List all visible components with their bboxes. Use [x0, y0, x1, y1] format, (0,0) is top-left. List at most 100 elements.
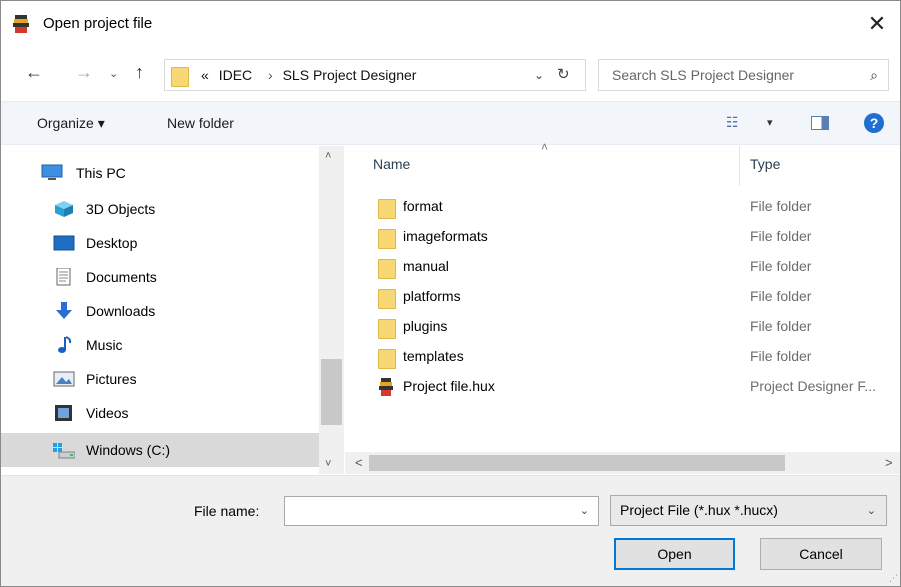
music-icon [58, 336, 72, 353]
file-name: imageformats [403, 228, 488, 244]
chevron-right-icon[interactable]: › [268, 67, 273, 83]
list-item[interactable]: platforms File folder [345, 282, 900, 312]
nav-pane-scrollbar[interactable]: ˄ ˅ [319, 146, 344, 474]
sidebar-item-label: 3D Objects [86, 201, 156, 217]
file-type: File folder [750, 288, 812, 304]
sidebar-item-downloads[interactable]: Downloads [1, 294, 319, 328]
project-file-icon [379, 378, 393, 396]
column-divider[interactable] [739, 146, 740, 186]
file-type-filter-value: Project File (*.hux *.hucx) [620, 502, 778, 518]
drive-icon [53, 443, 75, 459]
file-name: platforms [403, 288, 461, 304]
column-header-name[interactable]: Name [373, 156, 410, 172]
scroll-thumb[interactable] [321, 359, 342, 425]
file-type: Project Designer F... [750, 378, 877, 394]
chevron-down-icon[interactable]: ⌄ [867, 504, 876, 517]
forward-button[interactable]: → [75, 62, 93, 83]
file-type-filter[interactable]: Project File (*.hux *.hucx) ⌄ [610, 495, 887, 526]
recent-locations-button[interactable]: ⌄ [109, 67, 118, 80]
file-list: Name ˄ Type format File folder imageform… [345, 140, 900, 474]
close-icon: ✕ [867, 11, 887, 36]
chevron-down-icon[interactable]: ⌄ [580, 504, 589, 517]
breadcrumb: « IDEC › SLS Project Designer [201, 67, 422, 83]
search-input[interactable]: Search SLS Project Designer [612, 67, 794, 83]
cancel-button[interactable]: Cancel [760, 538, 882, 570]
close-button[interactable]: ✕ [854, 1, 900, 47]
scroll-left-icon[interactable]: < [355, 455, 363, 470]
file-name: manual [403, 258, 449, 274]
folder-icon [171, 65, 189, 87]
pc-icon [41, 164, 63, 180]
folder-icon [378, 287, 396, 309]
navigation-pane: This PC 3D Objects Desktop Documents Dow… [1, 146, 344, 474]
list-item[interactable]: manual File folder [345, 252, 900, 282]
videos-icon [55, 405, 72, 421]
sidebar-item-desktop[interactable]: Desktop [1, 226, 319, 260]
sidebar-item-label: Desktop [86, 235, 138, 251]
list-item[interactable]: imageformats File folder [345, 222, 900, 252]
file-name: Project file.hux [403, 378, 495, 394]
breadcrumb-item-sls-project-designer[interactable]: SLS Project Designer [283, 67, 417, 83]
file-name-field[interactable]: ⌄ [284, 496, 599, 526]
downloads-icon [56, 302, 72, 319]
scroll-up-icon[interactable]: ˄ [325, 150, 331, 162]
file-type: File folder [750, 348, 812, 364]
scroll-thumb[interactable] [369, 455, 785, 471]
resize-grip-icon[interactable]: ⋰ [889, 573, 898, 584]
file-type: File folder [750, 198, 812, 214]
list-item[interactable]: format File folder [345, 192, 900, 222]
search-icon: ⌕ [870, 67, 878, 83]
title-bar: Open project file ✕ [1, 1, 900, 47]
folder-icon [378, 257, 396, 279]
folder-icon [378, 197, 396, 219]
scroll-right-icon[interactable]: > [885, 455, 893, 470]
3d-objects-icon [55, 201, 73, 217]
sort-ascending-icon: ˄ [541, 140, 549, 154]
file-name: format [403, 198, 443, 214]
open-button[interactable]: Open [614, 538, 735, 570]
open-file-dialog: Open project file ✕ ← → ⌄ ↑ « IDEC › SLS… [0, 0, 901, 587]
sidebar-item-3d-objects[interactable]: 3D Objects [1, 192, 319, 226]
file-name-label: File name: [194, 503, 260, 519]
help-icon[interactable]: ? [864, 113, 884, 133]
pictures-icon [53, 371, 75, 387]
sidebar-item-label: This PC [76, 165, 126, 181]
desktop-icon [53, 235, 75, 251]
sidebar-item-music[interactable]: Music [1, 328, 319, 362]
file-name: templates [403, 348, 464, 364]
command-bar: Organize ▾ New folder ☷ ▾ ? [1, 101, 900, 145]
breadcrumb-item-idec[interactable]: IDEC [219, 67, 252, 83]
preview-pane-icon[interactable] [811, 116, 829, 130]
search-box[interactable]: Search SLS Project Designer ⌕ [598, 59, 889, 91]
up-button[interactable]: ↑ [135, 62, 144, 83]
sidebar-item-label: Downloads [86, 303, 156, 319]
address-bar[interactable]: « IDEC › SLS Project Designer ⌄ ↻ [164, 59, 586, 91]
list-item[interactable]: plugins File folder [345, 312, 900, 342]
sidebar-item-this-pc[interactable]: This PC [1, 156, 319, 190]
dialog-title: Open project file [43, 15, 153, 32]
sidebar-item-pictures[interactable]: Pictures [1, 362, 319, 396]
column-header-type[interactable]: Type [750, 156, 780, 172]
file-type: File folder [750, 228, 812, 244]
sidebar-item-windows-c[interactable]: Windows (C:) [1, 433, 319, 467]
view-options-icon[interactable]: ☷ [726, 114, 739, 131]
list-item[interactable]: Project file.hux Project Designer F... [345, 372, 900, 402]
sidebar-item-label: Documents [86, 269, 157, 285]
back-button[interactable]: ← [25, 62, 43, 83]
breadcrumb-overflow[interactable]: « [201, 67, 209, 83]
dialog-footer: File name: ⌄ Project File (*.hux *.hucx)… [1, 475, 900, 586]
view-dropdown-icon[interactable]: ▾ [767, 116, 773, 129]
new-folder-button[interactable]: New folder [167, 115, 234, 131]
scroll-down-icon[interactable]: ˅ [325, 458, 331, 470]
file-name: plugins [403, 318, 448, 334]
refresh-icon[interactable]: ↻ [557, 65, 570, 83]
list-item[interactable]: templates File folder [345, 342, 900, 372]
address-dropdown-icon[interactable]: ⌄ [534, 68, 544, 82]
sidebar-item-documents[interactable]: Documents [1, 260, 319, 294]
sidebar-item-label: Videos [86, 405, 129, 421]
organize-button[interactable]: Organize ▾ [37, 115, 105, 132]
folder-icon [378, 317, 396, 339]
sidebar-item-label: Windows (C:) [86, 442, 171, 458]
file-list-horizontal-scrollbar[interactable]: < > [345, 452, 900, 474]
sidebar-item-videos[interactable]: Videos [1, 396, 319, 430]
